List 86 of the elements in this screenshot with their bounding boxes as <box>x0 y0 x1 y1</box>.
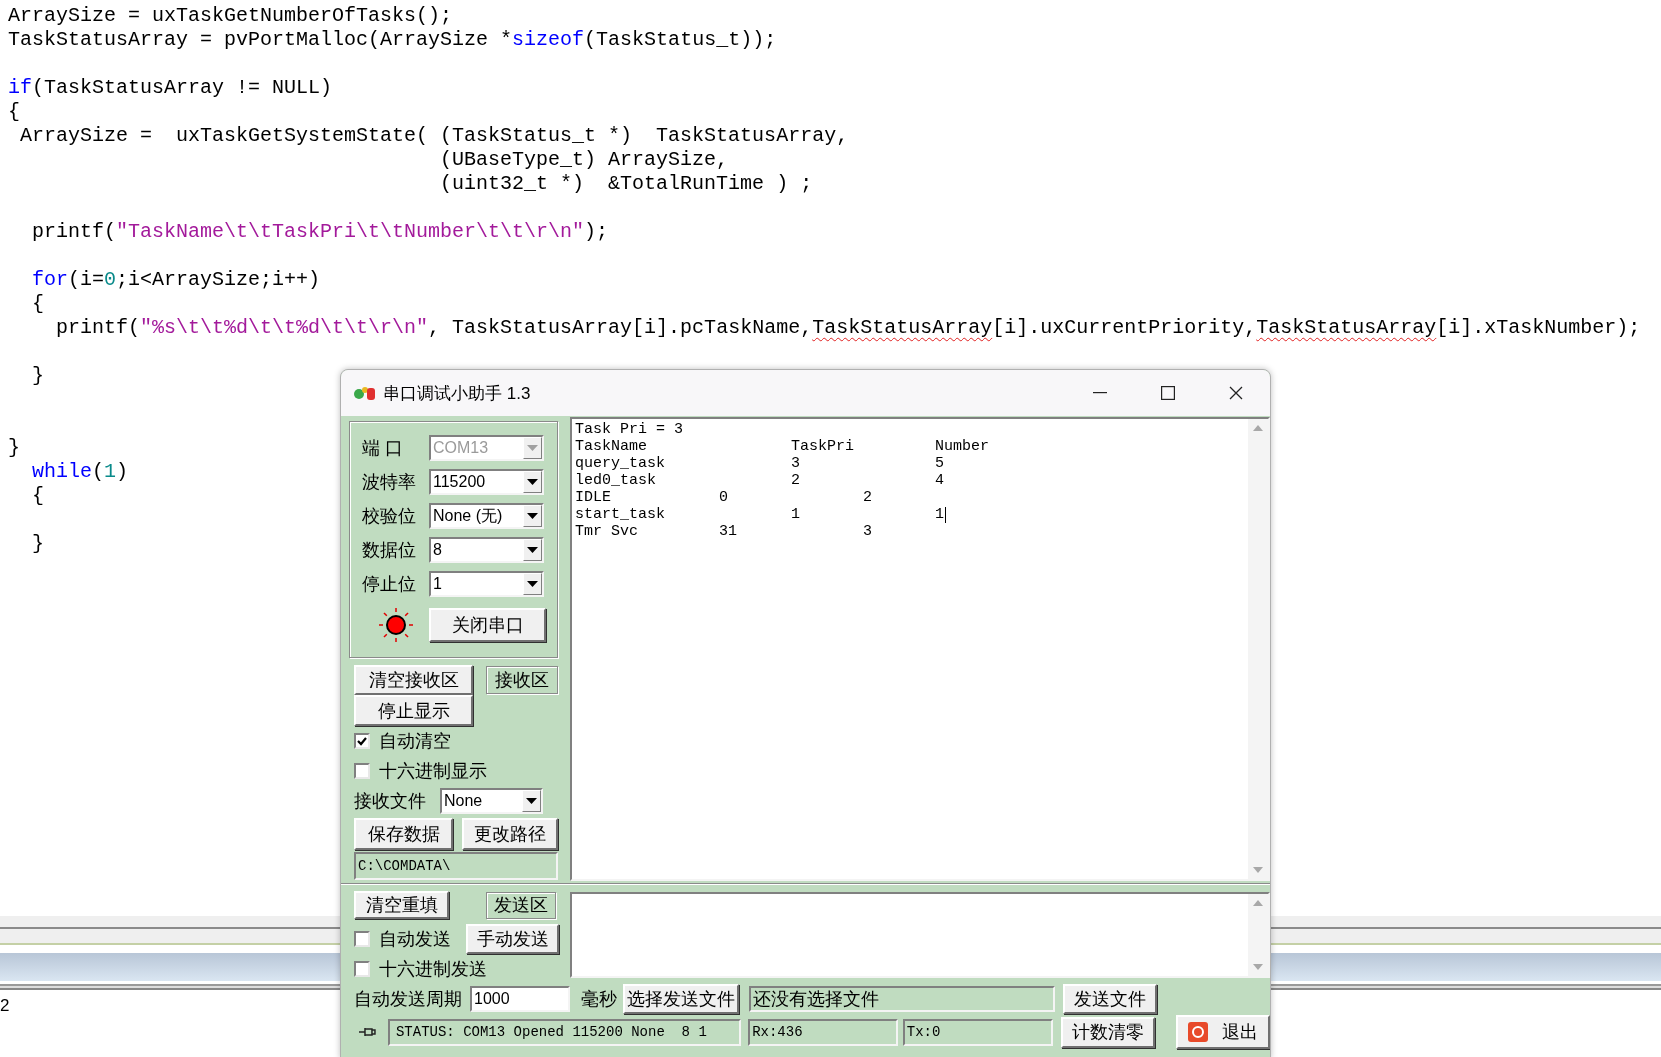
caret-icon <box>526 798 537 804</box>
checkbox[interactable] <box>354 763 370 779</box>
send-area[interactable] <box>569 892 1270 978</box>
code-line: if(TaskStatusArray != NULL) <box>8 76 333 100</box>
setting-label: 波特率 <box>362 473 417 491</box>
rx-counter: Rx:436 <box>748 1018 898 1046</box>
code-line: } <box>31 532 44 556</box>
pin-icon[interactable] <box>359 1025 376 1039</box>
power-icon <box>1188 1022 1209 1042</box>
scrollbar[interactable] <box>1248 894 1268 976</box>
checkbox[interactable] <box>354 733 370 749</box>
code-line: printf("%s\t\t%d\t\t%d\t\t\r\n", TaskStatusArray[i].pcTaskName,TaskStatusArray[i].uxCurrentPriority,TaskStatusArray[i].xTaskNumber); <box>55 316 1641 340</box>
code-line: printf("TaskName\t\tTaskPri\t\tNumber\t\t\r\n"); <box>31 220 609 244</box>
clear-send-button[interactable]: 清空重填 <box>354 891 449 919</box>
dropdown[interactable]: 8 <box>429 537 544 563</box>
output-line: Tmr Svc 31 3 <box>575 524 873 539</box>
caret-icon <box>527 513 538 519</box>
send-file-button[interactable]: 发送文件 <box>1063 984 1157 1014</box>
manual-send-button[interactable]: 手动发送 <box>466 924 559 954</box>
exit-button[interactable]: 退出 <box>1176 1015 1270 1049</box>
dropdown[interactable]: None <box>440 788 543 814</box>
code-line: for(i=0;i<ArraySize;i++) <box>31 268 321 292</box>
caret-icon <box>527 581 538 587</box>
maximize-icon <box>1161 386 1175 400</box>
section-label: 发送区 <box>486 891 556 919</box>
receive-area[interactable]: Task Pri = 3 TaskName TaskPri Number query_task 3 5 led0_task 2 4 IDLE 0 2 start_task 1 1 Tmr Svc 31 3 <box>570 417 1270 881</box>
stop-display-button[interactable]: 停止显示 <box>354 695 473 726</box>
close-icon <box>1229 386 1243 400</box>
dropdown[interactable]: 1 <box>429 571 544 597</box>
checkbox-label: 十六进制发送 <box>379 960 487 978</box>
status-field: STATUS: COM13 Opened 115200 None 8 1 <box>387 1018 742 1046</box>
caret-icon <box>527 547 538 553</box>
output-line: led0_task 2 4 <box>575 473 945 488</box>
window-title: 串口调试小助手 1.3 <box>383 384 531 402</box>
code-line: } <box>31 364 44 388</box>
field-label: 接收文件 <box>354 792 427 810</box>
code-line: ArraySize = uxTaskGetSystemState( (TaskStatus_t *) TaskStatusArray, <box>19 124 849 148</box>
checkbox[interactable] <box>354 961 370 977</box>
section-label: 接收区 <box>486 666 558 694</box>
period-field[interactable]: 1000 <box>470 986 570 1012</box>
checkbox-label: 十六进制显示 <box>379 762 487 780</box>
path-field[interactable]: C:\COMDATA\ <box>354 852 558 880</box>
unit-label: 毫秒 <box>581 990 617 1008</box>
checkbox-label: 自动发送 <box>379 930 451 948</box>
tx-counter: Tx:0 <box>902 1018 1054 1046</box>
caret-icon <box>527 479 538 485</box>
checkbox[interactable] <box>354 931 370 947</box>
code-line: TaskStatusArray = pvPortMalloc(ArraySize *sizeof(TaskStatus_t)); <box>8 28 777 52</box>
output-line: IDLE 0 2 <box>575 490 873 505</box>
save-data-button[interactable]: 保存数据 <box>354 818 453 850</box>
code-line: { <box>31 484 44 508</box>
line-number: 2 <box>0 996 10 1015</box>
code-line: while(1) <box>31 460 129 484</box>
output-line: Task Pri = 3 <box>575 422 684 437</box>
reset-count-button[interactable]: 计数清零 <box>1061 1016 1156 1048</box>
caret-icon <box>527 445 538 451</box>
output-line: start_task 1 1 <box>575 507 945 522</box>
setting-label: 校验位 <box>362 507 417 525</box>
setting-label: 端 口 <box>362 439 404 457</box>
code-line: } <box>8 436 20 460</box>
code-line: { <box>31 292 44 316</box>
setting-label: 停止位 <box>362 575 417 593</box>
dropdown[interactable]: None (无) <box>429 503 544 529</box>
code-line: (uint32_t *) &TotalRunTime ) ; <box>439 172 813 196</box>
code-line: (UBaseType_t) ArraySize, <box>439 148 729 172</box>
app-icon <box>353 384 377 402</box>
file-status-field: 还没有选择文件 <box>749 986 1055 1012</box>
scroll-up-icon[interactable] <box>1253 425 1263 431</box>
scroll-down-icon[interactable] <box>1253 964 1263 970</box>
clear-receive-button[interactable]: 清空接收区 <box>354 665 473 695</box>
field-label: 自动发送周期 <box>354 990 462 1008</box>
setting-label: 数据位 <box>362 541 417 559</box>
code-line: ArraySize = uxTaskGetNumberOfTasks(); <box>8 4 453 28</box>
close-port-button[interactable]: 关闭串口 <box>429 608 546 642</box>
code-line: { <box>8 100 20 124</box>
minimize-icon <box>1093 392 1107 394</box>
scrollbar[interactable] <box>1248 419 1268 879</box>
change-path-button[interactable]: 更改路径 <box>462 818 558 850</box>
dropdown[interactable]: 115200 <box>429 469 544 495</box>
choose-file-button[interactable]: 选择发送文件 <box>623 984 739 1014</box>
checkbox-label: 自动清空 <box>379 732 451 750</box>
scroll-down-icon[interactable] <box>1253 867 1263 873</box>
output-line: query_task 3 5 <box>575 456 945 471</box>
scroll-up-icon[interactable] <box>1253 900 1263 906</box>
checkmark-icon <box>357 736 367 746</box>
output-line: TaskName TaskPri Number <box>575 439 990 454</box>
